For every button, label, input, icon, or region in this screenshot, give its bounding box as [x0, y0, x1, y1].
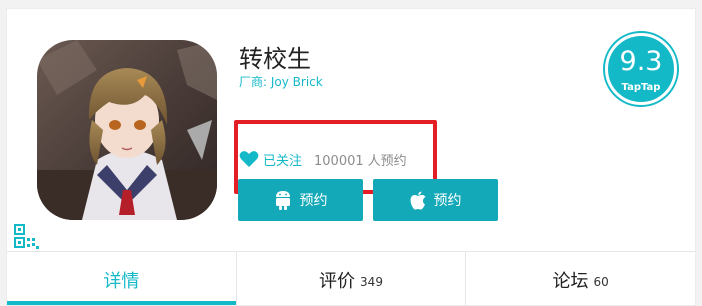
- follow-status: 已关注 100001 人预约: [239, 148, 407, 170]
- tab-details[interactable]: 详情: [7, 252, 237, 306]
- tab-forum-label: 论坛: [552, 270, 589, 292]
- android-reserve-label: 预约: [299, 193, 328, 209]
- heart-icon[interactable]: [239, 150, 259, 168]
- rating-score: 9.3: [619, 46, 663, 77]
- apple-icon: [410, 191, 425, 210]
- tab-reviews-count: 349: [360, 274, 383, 289]
- ios-reserve-button[interactable]: 预约: [373, 179, 498, 221]
- tab-details-label: 详情: [103, 270, 140, 292]
- android-icon: [275, 191, 290, 210]
- tab-forum[interactable]: 论坛 60: [466, 252, 695, 306]
- qr-code-icon[interactable]: [14, 224, 40, 250]
- android-reserve-button[interactable]: 预约: [238, 179, 363, 221]
- tab-bar: 详情 评价 349 论坛 60: [7, 251, 695, 306]
- tab-reviews[interactable]: 评价 349: [237, 252, 467, 306]
- rating-badge: 9.3 TapTap: [605, 33, 677, 105]
- game-title: 转校生: [239, 45, 311, 73]
- reservation-number: 100001: [314, 153, 364, 169]
- vendor-link[interactable]: Joy Brick: [271, 75, 323, 89]
- tab-reviews-label: 评价: [319, 270, 356, 292]
- tab-forum-count: 60: [593, 274, 609, 289]
- game-cover-image: [37, 40, 217, 220]
- reservation-suffix: 人预约: [367, 153, 407, 169]
- reservation-count: 100001 人预约: [314, 150, 407, 169]
- rating-brand: TapTap: [621, 82, 661, 93]
- game-info-card: 转校生 厂商: Joy Brick 9.3 TapTap 已关注 100001 人…: [6, 8, 696, 306]
- vendor-info: 厂商: Joy Brick: [239, 73, 323, 90]
- vendor-label: 厂商:: [239, 75, 268, 89]
- follow-toggle[interactable]: 已关注: [263, 150, 302, 169]
- ios-reserve-label: 预约: [433, 193, 462, 209]
